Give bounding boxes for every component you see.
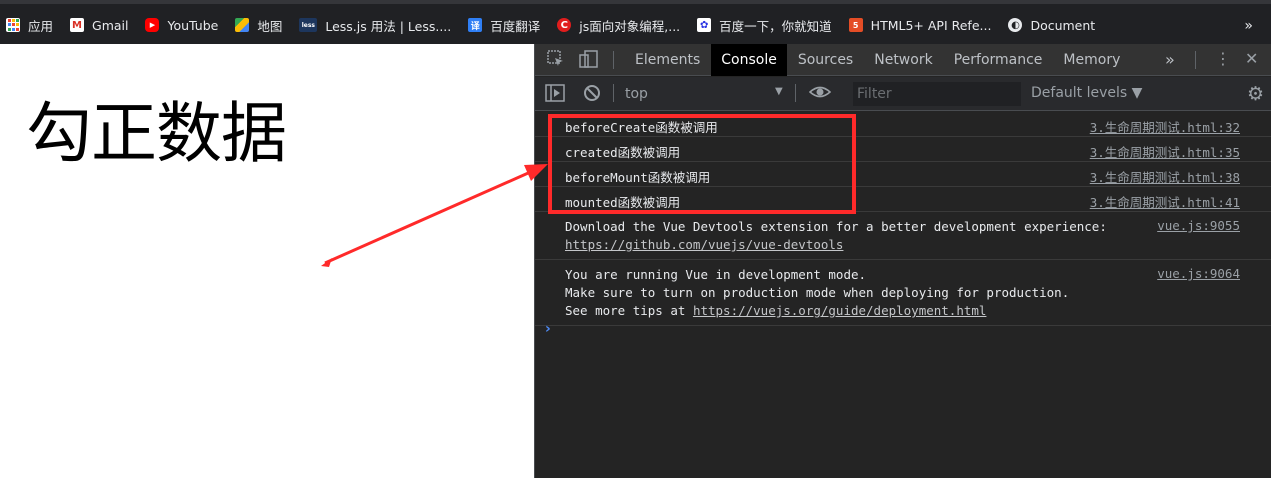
- console-log-row: beforeCreate函数被调用 3.生命周期测试.html:32: [535, 112, 1271, 137]
- page-viewport: 勾正数据: [0, 44, 534, 478]
- translate-icon: 译: [468, 18, 483, 32]
- console-log-row: beforeMount函数被调用 3.生命周期测试.html:38: [535, 162, 1271, 187]
- bookmark-label: YouTube: [167, 17, 219, 33]
- bookmark-label: js面向对象编程,...: [579, 18, 681, 34]
- tab-sources[interactable]: Sources: [788, 44, 863, 76]
- log-message: Make sure to turn on production mode whe…: [565, 285, 1070, 300]
- page-heading: 勾正数据: [26, 95, 287, 172]
- sidebar-toggle-icon[interactable]: [545, 84, 565, 106]
- bookmark-maps[interactable]: 地图: [235, 15, 282, 35]
- log-source-link[interactable]: vue.js:9064: [1157, 266, 1240, 281]
- log-source-link[interactable]: 3.生命周期测试.html:32: [1090, 117, 1240, 136]
- tab-elements[interactable]: Elements: [625, 44, 710, 76]
- bookmark-baidu-translate[interactable]: 译 百度翻译: [468, 15, 540, 35]
- baidu-icon: ✿: [697, 18, 712, 32]
- log-source-link[interactable]: vue.js:9055: [1157, 218, 1240, 233]
- globe-icon: ◐: [1008, 18, 1023, 32]
- bookmark-label: 百度翻译: [490, 18, 541, 34]
- log-message: mounted函数被调用: [565, 195, 681, 210]
- bookmark-baidu[interactable]: ✿ 百度一下，你就知道: [697, 15, 832, 35]
- bookmark-youtube[interactable]: ▶ YouTube: [145, 15, 218, 35]
- log-levels-dropdown[interactable]: Default levels ▼: [1031, 85, 1142, 101]
- bookmark-label: Gmail: [92, 17, 129, 33]
- bookmark-label: Document: [1030, 17, 1096, 33]
- devtools-link[interactable]: https://github.com/vuejs/vue-devtools: [565, 237, 843, 252]
- log-message: created函数被调用: [565, 145, 681, 160]
- less-icon: less: [299, 18, 318, 32]
- maps-icon: [235, 18, 250, 32]
- more-tabs-button[interactable]: »: [1165, 50, 1175, 69]
- log-message: beforeCreate函数被调用: [565, 120, 718, 135]
- toolbar-divider: [613, 51, 614, 69]
- tab-performance[interactable]: Performance: [944, 44, 1053, 76]
- csdn-icon: C: [557, 18, 572, 32]
- tab-memory[interactable]: Memory: [1053, 44, 1130, 76]
- bookmark-label: 百度一下，你就知道: [719, 18, 832, 34]
- console-log-row: created函数被调用 3.生命周期测试.html:35: [535, 137, 1271, 162]
- console-info-row: You are running Vue in development mode.…: [535, 260, 1271, 326]
- clear-console-icon[interactable]: [583, 84, 601, 106]
- toolbar-divider: [1195, 51, 1196, 69]
- close-icon[interactable]: ✕: [1245, 49, 1258, 68]
- dropdown-arrow-icon[interactable]: ▼: [775, 86, 783, 97]
- inspect-element-icon[interactable]: [547, 50, 565, 72]
- log-message: beforeMount函数被调用: [565, 170, 711, 185]
- bookmark-document[interactable]: ◐ Document: [1008, 15, 1095, 35]
- console-filter-input[interactable]: [853, 82, 1021, 106]
- bookmarks-overflow-button[interactable]: »: [1244, 18, 1253, 34]
- kebab-menu-icon[interactable]: ⋮: [1215, 49, 1231, 68]
- bookmark-less[interactable]: less Less.js 用法 | Less....: [299, 15, 451, 35]
- console-prompt-icon[interactable]: ›: [545, 321, 551, 337]
- gmail-icon: M: [70, 18, 85, 32]
- eye-icon[interactable]: [808, 83, 832, 105]
- devtools-tabbar: Elements Console Sources Network Perform…: [535, 44, 1271, 76]
- bookmark-csdn[interactable]: C js面向对象编程,...: [557, 15, 680, 35]
- deployment-link[interactable]: https://vuejs.org/guide/deployment.html: [693, 303, 987, 318]
- console-output: beforeCreate函数被调用 3.生命周期测试.html:32 creat…: [535, 112, 1271, 326]
- device-toolbar-icon[interactable]: [579, 50, 599, 72]
- log-source-link[interactable]: 3.生命周期测试.html:38: [1090, 167, 1240, 186]
- youtube-icon: ▶: [145, 18, 160, 32]
- devtools-tab-list: Elements Console Sources Network Perform…: [625, 44, 1131, 76]
- console-log-row: mounted函数被调用 3.生命周期测试.html:41: [535, 187, 1271, 212]
- console-toolbar: top ▼ Default levels ▼ ⚙: [535, 77, 1271, 111]
- log-message: See more tips at: [565, 303, 693, 318]
- context-selector[interactable]: top: [625, 86, 648, 102]
- bookmark-gmail[interactable]: M Gmail: [70, 15, 128, 35]
- console-info-row: Download the Vue Devtools extension for …: [535, 212, 1271, 260]
- bookmark-label: 应用: [28, 18, 54, 34]
- bookmark-label: 地图: [257, 18, 283, 34]
- html5-icon: 5: [848, 18, 863, 32]
- gear-icon[interactable]: ⚙: [1247, 83, 1264, 105]
- bookmark-label: HTML5+ API Refe...: [870, 17, 992, 33]
- toolbar-divider: [795, 84, 796, 102]
- bookmark-list: 应用 M Gmail ▶ YouTube 地图 less Less.js 用法 …: [6, 15, 1112, 35]
- tab-console[interactable]: Console: [711, 44, 787, 76]
- bookmark-label: Less.js 用法 | Less....: [325, 18, 452, 34]
- bookmarks-bar: 应用 M Gmail ▶ YouTube 地图 less Less.js 用法 …: [0, 0, 1271, 44]
- bookmark-apps[interactable]: 应用: [6, 15, 53, 35]
- log-source-link[interactable]: 3.生命周期测试.html:41: [1090, 192, 1240, 211]
- log-source-link[interactable]: 3.生命周期测试.html:35: [1090, 142, 1240, 161]
- apps-grid-icon: [6, 18, 20, 32]
- bookmark-html5[interactable]: 5 HTML5+ API Refe...: [848, 15, 992, 35]
- toolbar-divider: [613, 84, 614, 102]
- devtools-panel: Elements Console Sources Network Perform…: [534, 44, 1271, 478]
- tab-network[interactable]: Network: [864, 44, 942, 76]
